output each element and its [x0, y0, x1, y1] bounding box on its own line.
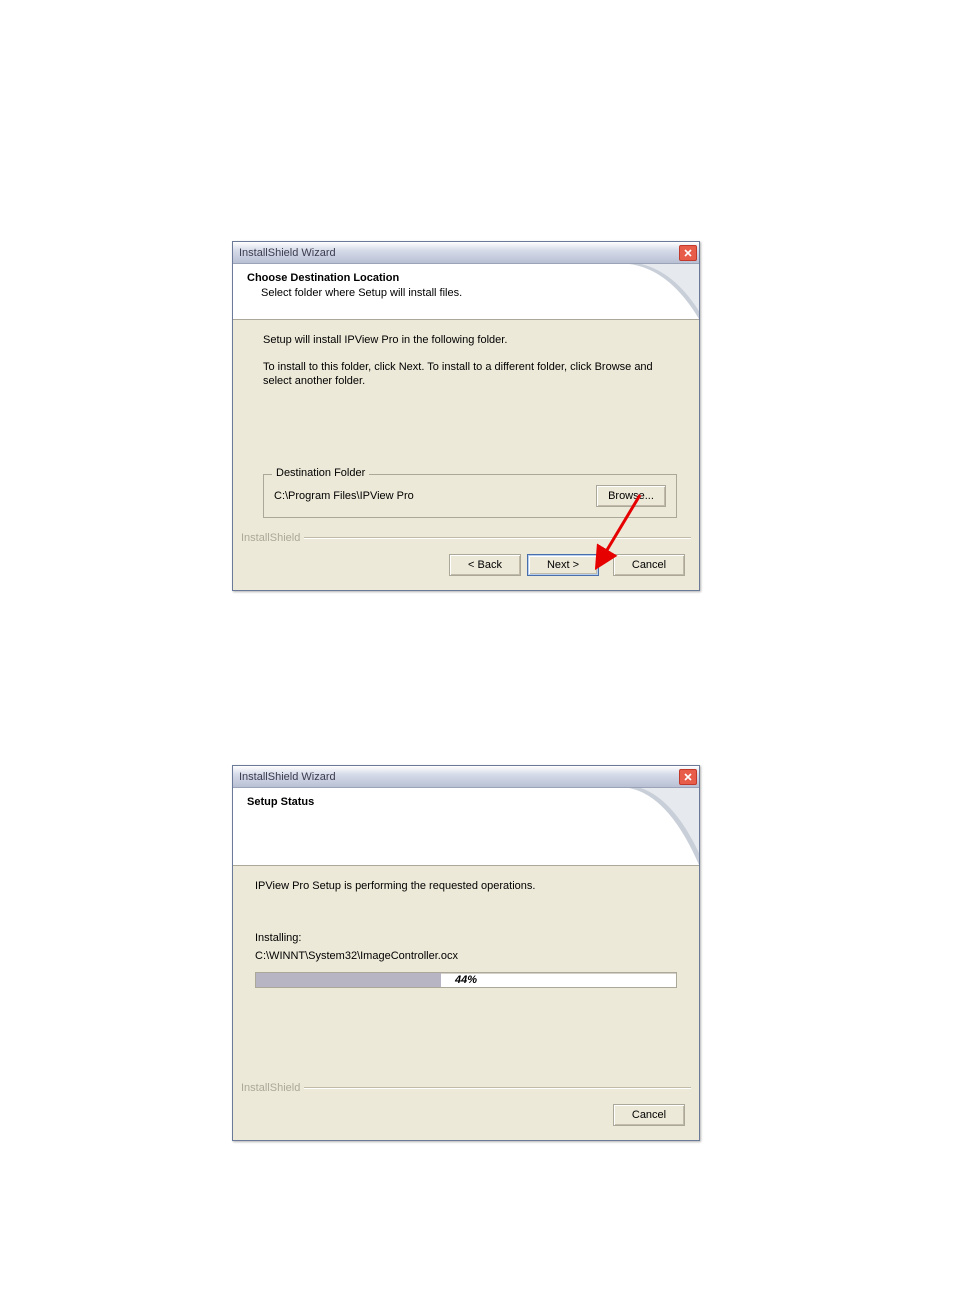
wizard-button-row: < Back Next > Cancel	[233, 544, 699, 590]
next-button[interactable]: Next >	[527, 554, 599, 576]
destination-folder-group: Destination Folder C:\Program Files\IPVi…	[263, 474, 677, 518]
wizard-body: IPView Pro Setup is performing the reque…	[233, 866, 699, 1074]
wizard-header: Choose Destination Location Select folde…	[233, 264, 699, 320]
titlebar[interactable]: InstallShield Wizard	[233, 242, 699, 264]
footer-separator: InstallShield	[241, 532, 691, 544]
close-icon[interactable]	[679, 245, 697, 261]
installing-label: Installing:	[255, 932, 677, 944]
page-curl-decoration	[629, 788, 699, 865]
install-wizard-status-dialog: InstallShield Wizard Setup Status IPView…	[232, 765, 700, 1141]
back-button[interactable]: < Back	[449, 554, 521, 576]
page-title: Choose Destination Location	[247, 272, 685, 284]
status-text: IPView Pro Setup is performing the reque…	[255, 880, 677, 892]
footer-separator: InstallShield	[241, 1082, 691, 1094]
progress-percent-label: 44%	[256, 973, 676, 987]
page-subtitle: Select folder where Setup will install f…	[261, 287, 685, 299]
wizard-header: Setup Status	[233, 788, 699, 866]
body-text-2: To install to this folder, click Next. T…	[263, 360, 677, 388]
window-title: InstallShield Wizard	[239, 247, 336, 259]
wizard-body: Setup will install IPView Pro in the fol…	[233, 320, 699, 524]
installing-path: C:\WINNT\System32\ImageController.ocx	[255, 950, 677, 962]
destination-folder-legend: Destination Folder	[272, 467, 369, 479]
footer-brand-label: InstallShield	[241, 532, 304, 544]
wizard-button-row: Cancel	[233, 1094, 699, 1140]
page-title: Setup Status	[247, 796, 685, 808]
page-curl-decoration	[629, 264, 699, 319]
footer-brand-label: InstallShield	[241, 1082, 304, 1094]
titlebar[interactable]: InstallShield Wizard	[233, 766, 699, 788]
install-wizard-destination-dialog: InstallShield Wizard Choose Destination …	[232, 241, 700, 591]
progress-bar: 44%	[255, 972, 677, 988]
destination-path: C:\Program Files\IPView Pro	[274, 490, 414, 502]
cancel-button[interactable]: Cancel	[613, 554, 685, 576]
browse-button[interactable]: Browse...	[596, 485, 666, 507]
cancel-button[interactable]: Cancel	[613, 1104, 685, 1126]
body-text-1: Setup will install IPView Pro in the fol…	[263, 334, 677, 346]
close-icon[interactable]	[679, 769, 697, 785]
window-title: InstallShield Wizard	[239, 771, 336, 783]
